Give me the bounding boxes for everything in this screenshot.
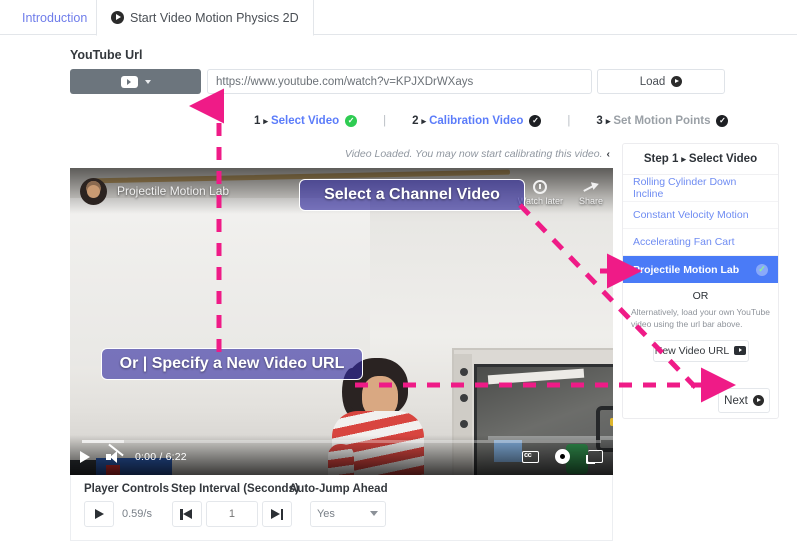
auto-jump-ahead-label: Auto-Jump Ahead [289, 483, 388, 495]
player-controls-label: Player Controls [84, 483, 169, 495]
or-divider-label: OR [692, 290, 709, 302]
step-interval-input[interactable] [205, 501, 258, 527]
video-frame [70, 168, 613, 475]
captions-cc-icon[interactable] [522, 450, 539, 463]
load-button-label: Load [639, 75, 666, 88]
video-time-display: 0:00 / 6:22 [135, 450, 187, 463]
chevron-down-icon [144, 79, 151, 84]
video-list-item-label: Constant Velocity Motion [633, 209, 749, 221]
alternative-instruction-text: Alternatively, load your own YouTube vid… [631, 307, 770, 330]
step-2-check-icon: ✓ [529, 115, 542, 127]
video-list-item-constant-velocity[interactable]: Constant Velocity Motion [623, 202, 778, 229]
step-2-label: Calibration Video [429, 115, 524, 127]
new-video-url-label: New Video URL [654, 344, 730, 357]
video-list-item-label: Rolling Cylinder Down Incline [633, 176, 737, 200]
step-1-check-icon: ✓ [345, 115, 358, 127]
step-3-number: 3 [596, 115, 603, 127]
video-bottom-bar: 0:00 / 6:22 [70, 435, 613, 475]
play-icon [94, 509, 104, 519]
callout-specify-new-video-url: Or | Specify a New Video URL [101, 348, 363, 380]
youtube-play-icon [120, 75, 138, 88]
play-circle-icon [752, 395, 764, 406]
share-icon [583, 180, 598, 194]
callout-select-a-channel-video: Select a Channel Video [299, 179, 525, 211]
clock-icon [533, 180, 548, 194]
auto-jump-ahead-select[interactable]: Yes No [309, 501, 386, 527]
step-panel-header-name: Select Video [688, 153, 758, 165]
step-back-button[interactable] [171, 501, 202, 527]
step-1-number: 1 [254, 115, 261, 127]
tab-start-video-label: Start Video Motion Physics 2D [130, 10, 299, 25]
share-button[interactable]: Share [579, 180, 603, 206]
step-1-label: Select Video [270, 115, 340, 127]
step-panel-header: Step 1 ▸ Select Video [623, 144, 778, 175]
video-list-item-label: Projectile Motion Lab [633, 263, 740, 276]
app-page: Introduction Start Video Motion Physics … [0, 0, 797, 541]
youtube-url-input[interactable] [207, 69, 592, 94]
play-circle-icon [671, 76, 683, 87]
video-mute-icon[interactable] [106, 443, 124, 464]
step-interval-label: Step Interval (Seconds) [171, 483, 299, 495]
video-list-item-projectile-motion-lab[interactable]: Projectile Motion Lab ✓ [623, 256, 778, 283]
chevron-left-icon: ‹ [606, 148, 611, 160]
video-list-item-label: Accelerating Fan Cart [633, 236, 735, 248]
step-forward-button[interactable] [261, 501, 292, 527]
skip-next-icon [270, 508, 284, 520]
callout-channel-label: Select a Channel Video [324, 186, 500, 203]
playback-rate-value: 0.59/s [122, 508, 152, 520]
video-list-item-rolling-cylinder[interactable]: Rolling Cylinder Down Incline [623, 175, 778, 202]
share-label: Share [578, 196, 603, 206]
step-2-calibration-video[interactable]: 2 ▸ Calibration Video ✓ [412, 115, 542, 127]
tab-introduction[interactable]: Introduction [8, 0, 101, 35]
video-loaded-notice-text: Video Loaded. You may now start calibrat… [344, 148, 603, 160]
step-3-set-motion-points[interactable]: 3 ▸ Set Motion Points ✓ [596, 115, 729, 127]
channel-avatar[interactable] [80, 177, 107, 205]
step-navigation: 1 ▸ Select Video ✓ | 2 ▸ Calibration Vid… [254, 115, 729, 127]
player-controls-card: Player Controls Step Interval (Seconds) … [70, 475, 613, 541]
video-progress-bar[interactable] [82, 440, 601, 443]
step-3-arrow-icon: ▸ [605, 115, 611, 126]
step-1-arrow-icon: ▸ [263, 115, 268, 126]
tab-strip: Introduction Start Video Motion Physics … [0, 0, 797, 36]
step-3-check-icon: ✓ [716, 115, 729, 127]
settings-gear-icon[interactable] [555, 449, 570, 464]
youtube-play-icon [734, 346, 747, 356]
cast-icon[interactable] [586, 449, 603, 464]
step-1-select-video[interactable]: 1 ▸ Select Video ✓ [254, 115, 358, 127]
auto-jump-select-wrap: Yes No [309, 501, 386, 527]
step-2-number: 2 [412, 115, 419, 127]
selected-check-icon: ✓ [756, 263, 768, 276]
next-button[interactable]: Next [718, 388, 770, 413]
load-button[interactable]: Load [597, 69, 725, 94]
video-player[interactable]: Projectile Motion Lab Watch later Share [70, 168, 613, 475]
video-title: Projectile Motion Lab [117, 184, 230, 198]
youtube-url-label: YouTube Url [70, 48, 143, 62]
new-video-url-button[interactable]: New Video URL [652, 339, 749, 362]
video-source-dropdown-button[interactable] [70, 69, 201, 94]
tab-start-video-motion-physics-2d[interactable]: Start Video Motion Physics 2D [96, 0, 314, 36]
step-panel-header-num: Step 1 [643, 153, 679, 165]
video-list-item-accelerating-fan-cart[interactable]: Accelerating Fan Cart [623, 229, 778, 256]
step-panel-header-arrow-icon: ▸ [681, 153, 686, 164]
tab-introduction-label: Introduction [22, 10, 88, 25]
step-separator-1: | [383, 115, 387, 127]
step-3-label: Set Motion Points [613, 115, 711, 127]
skip-previous-icon [180, 508, 193, 520]
next-button-label: Next [724, 394, 748, 407]
video-play-icon[interactable] [80, 450, 90, 463]
video-loaded-notice: Video Loaded. You may now start calibrat… [300, 148, 610, 160]
play-circle-icon [111, 11, 124, 24]
step-2-arrow-icon: ▸ [421, 115, 427, 126]
callout-url-label: Or | Specify a New Video URL [119, 355, 345, 372]
step-separator-2: | [567, 115, 571, 127]
play-button[interactable] [84, 501, 114, 527]
step-panel: Step 1 ▸ Select Video Rolling Cylinder D… [622, 143, 779, 419]
